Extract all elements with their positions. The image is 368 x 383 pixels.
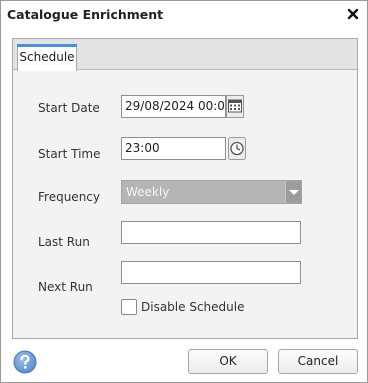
schedule-panel: Schedule Start Date 29/08/2024 00:00: St… <box>12 38 358 339</box>
dialog-titlebar: Catalogue Enrichment <box>1 1 367 29</box>
start-date-field[interactable]: 29/08/2024 00:00: <box>121 95 226 118</box>
close-icon[interactable] <box>345 6 361 22</box>
start-time-field[interactable]: 23:00 <box>121 137 226 160</box>
next-run-label: Next Run <box>38 280 93 294</box>
disable-schedule-checkbox[interactable] <box>121 299 137 315</box>
dialog-title: Catalogue Enrichment <box>7 7 164 22</box>
cancel-button[interactable]: Cancel <box>278 349 358 374</box>
chevron-down-icon <box>285 181 301 203</box>
frequency-select[interactable]: Weekly <box>121 180 302 204</box>
ok-button[interactable]: OK <box>188 349 268 374</box>
tab-strip: Schedule <box>13 39 357 71</box>
last-run-field[interactable] <box>121 221 301 244</box>
start-time-label: Start Time <box>38 147 101 161</box>
calendar-icon[interactable] <box>226 95 244 118</box>
frequency-label: Frequency <box>38 190 100 204</box>
last-run-label: Last Run <box>38 235 90 249</box>
start-date-label: Start Date <box>38 101 100 115</box>
clock-icon[interactable] <box>228 137 246 160</box>
tab-schedule[interactable]: Schedule <box>17 44 77 71</box>
help-icon[interactable] <box>13 350 37 374</box>
frequency-value: Weekly <box>126 185 170 199</box>
catalogue-enrichment-dialog: Catalogue Enrichment Schedule Start Date… <box>0 0 368 383</box>
tab-schedule-label: Schedule <box>19 50 75 64</box>
next-run-field[interactable] <box>121 261 301 284</box>
disable-schedule-label[interactable]: Disable Schedule <box>141 300 244 314</box>
